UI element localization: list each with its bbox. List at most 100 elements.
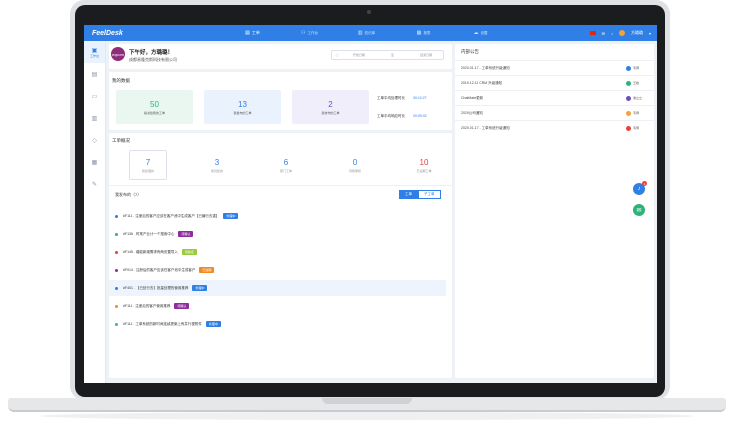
language-flag-icon[interactable] bbox=[589, 31, 596, 35]
table-row[interactable]: #F014 . 注册后的客户应该在客户池中生成客户 已逾期 bbox=[109, 262, 446, 278]
avatar bbox=[626, 110, 631, 116]
start-date-input[interactable]: 开始日期 bbox=[342, 53, 376, 57]
overview-label: 我处理的 bbox=[141, 168, 154, 173]
table-row[interactable]: #F111 . 注册后的客户使用推荐 待确认 bbox=[109, 298, 446, 314]
overview-label: 部门工单 bbox=[279, 168, 292, 173]
user-name[interactable]: 方璐璐 bbox=[631, 30, 643, 36]
overview-label: 已逾期工单 bbox=[416, 168, 432, 173]
toggle-subtickets[interactable]: 子工单 bbox=[418, 190, 441, 199]
author-name: 王峰 bbox=[633, 81, 640, 85]
ticket-title[interactable]: #F111 . 注册后的客户使用推荐 bbox=[123, 304, 170, 309]
status-badge: 待确认 bbox=[174, 303, 190, 309]
chevron-down-icon[interactable]: ▾ bbox=[649, 31, 651, 36]
avatar bbox=[626, 65, 631, 71]
stat-value: 50 bbox=[150, 99, 159, 109]
announcement-item[interactable]: 2019.12.11 CRM 升级通知 王峰 bbox=[455, 75, 654, 90]
announcement-title[interactable]: ChatMate更新 bbox=[461, 96, 626, 101]
sidebar-item-tools[interactable]: ✎ bbox=[84, 173, 105, 195]
table-row[interactable]: #F111 . 注册后的客户应该在客户池中生成客户【已编行去重】 处理中 bbox=[109, 208, 446, 224]
stat-label: 指派给我的工单 bbox=[143, 110, 165, 115]
nav-settings[interactable]: ☁ 设置 bbox=[452, 30, 509, 36]
nav-label: 设置 bbox=[480, 30, 488, 35]
table-row[interactable]: #F145 . 增能新增需求有两页置导入 待验证 bbox=[109, 244, 446, 260]
table-row[interactable]: #F136 . 时常产业计一个搜索中心 待确认 bbox=[109, 226, 446, 242]
overview-overdue[interactable]: 10 已逾期工单 bbox=[405, 150, 443, 180]
author-name: 韦博 bbox=[633, 111, 640, 115]
chat-fab[interactable]: ✉ bbox=[633, 204, 645, 216]
sidebar-item-grid[interactable]: ▦ bbox=[84, 151, 105, 173]
overview-review[interactable]: 0 待我审核 bbox=[336, 150, 374, 180]
bell-icon[interactable]: ♪ bbox=[611, 31, 613, 36]
sidebar-item-diamond[interactable]: ◇ bbox=[84, 129, 105, 151]
end-date-input[interactable]: 结束日期 bbox=[409, 53, 443, 57]
table-row[interactable]: #F111 . 工单系统的新时间连续提案上有并行视附件 处理中 bbox=[109, 316, 446, 332]
stat-published[interactable]: 13 我发布的工单 bbox=[204, 90, 281, 124]
date-range-picker[interactable]: ▢ 开始日期 至 结束日期 bbox=[331, 50, 444, 60]
announcement-title[interactable]: 2020.01.17 - 工单系统升级通知 bbox=[461, 66, 626, 71]
ticket-title[interactable]: #F136 . 时常产业计一个搜索中心 bbox=[123, 232, 174, 237]
announcement-title[interactable]: 2019.12.11 CRM 升级通知 bbox=[461, 81, 626, 86]
message-icon[interactable]: ✉ bbox=[602, 31, 605, 36]
grid-icon: ▦ bbox=[91, 159, 98, 166]
avg-handle-time: 工单平均处理时长 30:10:27 bbox=[377, 96, 427, 101]
overview-handled[interactable]: 7 我处理的 bbox=[129, 150, 167, 180]
overview-row: 7 我处理的 3 我创建的 6 部门工单 0 待我审核 10 已逾期工单 bbox=[129, 150, 449, 180]
nav-knowledge[interactable]: ▥ 知识库 bbox=[338, 30, 395, 36]
sidebar-item-label: 工作台 bbox=[89, 53, 99, 58]
avatar bbox=[626, 80, 631, 86]
cloud-icon: ☁ bbox=[473, 30, 479, 36]
status-dot bbox=[115, 286, 118, 290]
sidebar-item-folder[interactable]: ▭ bbox=[84, 85, 105, 107]
greeting-text: 下午好，方璐璐！ bbox=[129, 50, 174, 56]
greeting-panel: eqcom 下午好，方璐璐！ 成都易隆克斯科技有限公司 ▢ 开始日期 至 结束日… bbox=[109, 44, 452, 69]
ticket-title[interactable]: #F145 . 增能新增需求有两页置导入 bbox=[123, 250, 178, 255]
nav-workbench[interactable]: ⚇ 工作台 bbox=[281, 30, 338, 36]
stat-value: 13 bbox=[238, 99, 247, 109]
status-badge: 待确认 bbox=[178, 231, 194, 237]
avatar bbox=[626, 125, 631, 131]
status-dot bbox=[115, 232, 118, 236]
sidebar-item-docs[interactable]: ▤ bbox=[84, 63, 105, 85]
status-badge: 处理中 bbox=[223, 213, 239, 219]
ticket-title[interactable]: #F111 . 注册后的客户应该在客户池中生成客户【已编行去重】 bbox=[123, 214, 219, 219]
stat-assigned[interactable]: 50 指派给我的工单 bbox=[116, 90, 193, 124]
avg-handle-label: 工单平均处理时长 bbox=[377, 96, 405, 100]
nav-reports[interactable]: ▦ 报表 bbox=[395, 30, 452, 36]
user-avatar[interactable] bbox=[618, 30, 625, 36]
overview-value: 7 bbox=[145, 157, 151, 167]
announcement-item[interactable]: 2020.01.17 - 工单系统升级通知 韦博 bbox=[455, 120, 654, 135]
overview-value: 10 bbox=[419, 157, 429, 167]
stat-collab[interactable]: 2 我协作的工单 bbox=[292, 90, 369, 124]
announcement-author: 韦博 bbox=[626, 125, 648, 131]
user-icon: ⚇ bbox=[301, 30, 306, 36]
nav-tickets[interactable]: ▤ 工单 bbox=[224, 30, 281, 36]
ticket-title[interactable]: #F014 . 注册后的客户应该在客户池中生成客户 bbox=[123, 268, 195, 273]
announcement-item[interactable]: 2020公司通知 韦博 bbox=[455, 105, 654, 120]
ticket-title[interactable]: #F401 . 【已处行去】批量处理的使用推荐 bbox=[123, 286, 188, 291]
sidebar-item-stats[interactable]: ▥ bbox=[84, 107, 105, 129]
stats-icon: ▥ bbox=[91, 115, 98, 122]
status-dot bbox=[115, 268, 118, 272]
overview-department[interactable]: 6 部门工单 bbox=[267, 150, 305, 180]
my-data-title: 我的数据 bbox=[112, 78, 130, 83]
range-separator: 至 bbox=[391, 53, 395, 57]
sidebar-item-workbench[interactable]: ▣ 工作台 bbox=[84, 41, 105, 63]
announcement-title[interactable]: 2020.01.17 - 工单系统升级通知 bbox=[461, 126, 626, 131]
laptop-shadow bbox=[40, 412, 694, 420]
ticket-type-toggle: 工单 子工单 bbox=[399, 190, 441, 199]
ticket-icon: ▤ bbox=[245, 30, 250, 36]
status-dot bbox=[115, 304, 118, 308]
table-row[interactable]: #F401 . 【已处行去】批量处理的使用推荐 处理中 bbox=[109, 280, 446, 296]
topbar-right: ✉ ♪ 方璐璐 ▾ bbox=[589, 30, 657, 36]
nav-label: 报表 bbox=[423, 30, 431, 35]
overview-created[interactable]: 3 我创建的 bbox=[198, 150, 236, 180]
announcement-item[interactable]: ChatMate更新 谢立立 bbox=[455, 90, 654, 105]
chart-icon: ▦ bbox=[416, 30, 422, 36]
toggle-tickets[interactable]: 工单 bbox=[399, 190, 418, 199]
announcement-item[interactable]: 2020.01.17 - 工单系统升级通知 韦博 bbox=[455, 60, 654, 75]
ticket-title[interactable]: #F111 . 工单系统的新时间连续提案上有并行视附件 bbox=[123, 322, 202, 327]
announcement-title[interactable]: 2020公司通知 bbox=[461, 111, 626, 116]
app-logo[interactable]: FeelDesk bbox=[84, 30, 224, 37]
nav-label: 知识库 bbox=[364, 30, 376, 35]
notification-fab[interactable]: ♪ 2 bbox=[633, 181, 647, 195]
